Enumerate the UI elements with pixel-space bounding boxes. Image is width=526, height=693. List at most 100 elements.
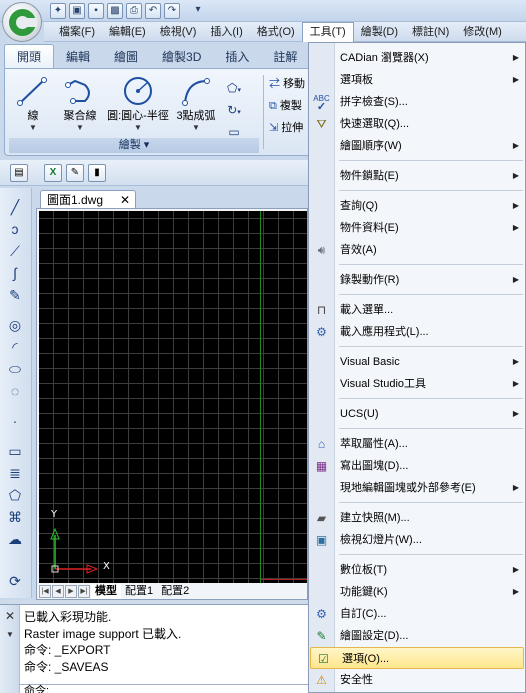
polygon-tool-icon[interactable]: ⬠ [5, 486, 25, 504]
drawing-canvas[interactable]: Y X [39, 211, 307, 583]
menu-file[interactable]: 檔案(F) [52, 23, 102, 41]
menu-item-quick-select[interactable]: ⛛ 快速選取(Q)... [309, 113, 525, 135]
left-draw-toolbar: ╱ ↄ ⟋ ∫ ✎ ◎ ◜ ⬭ ◌ · ▭ ≣ ⬠ ⌘ ☁ ⟳ [0, 188, 32, 598]
menu-item-edit-block-in-place[interactable]: 現地編輯圖塊或外部參考(E) ▶ [309, 477, 525, 499]
close-icon[interactable]: ✕ [5, 609, 15, 623]
menu-format[interactable]: 格式(O) [250, 23, 302, 41]
tab-layout1[interactable]: 配置1 [121, 584, 157, 599]
line-tool-icon[interactable]: ╱ [5, 198, 25, 216]
menu-modify[interactable]: 修改(M) [456, 23, 509, 41]
refresh-icon[interactable]: ⟳ [5, 572, 25, 590]
tab-home[interactable]: 開頭 [4, 44, 55, 68]
region-tool-icon[interactable]: ⌘ [5, 508, 25, 526]
menu-item-make-slide[interactable]: ▰ 建立快照(M)... [309, 507, 525, 529]
menu-item-options[interactable]: ☑ 選項(O)... [310, 647, 524, 669]
menu-item-visual-basic[interactable]: Visual Basic ▶ [309, 351, 525, 373]
menu-item-spellcheck[interactable]: ABC ✓ 拼字檢查(S)... [309, 91, 525, 113]
menu-item-load-menu[interactable]: ⊓ 載入選單... [309, 299, 525, 321]
menu-item-palettes[interactable]: 選項板 ▶ [309, 69, 525, 91]
menu-dimension[interactable]: 標註(N) [405, 23, 456, 41]
menu-item-view-slide[interactable]: ▣ 檢視幻燈片(W)... [309, 529, 525, 551]
hatch-tool-icon[interactable]: ≣ [5, 464, 25, 482]
command-window-handle[interactable]: ✕ ▼ [0, 605, 20, 693]
menu-item-object-snap[interactable]: 物件鎖點(E) ▶ [309, 165, 525, 187]
menu-draw[interactable]: 繪製(D) [354, 23, 405, 41]
menu-item-cadian-browser[interactable]: CADian 瀏覽器(X) ▶ [309, 47, 525, 69]
excel-icon[interactable]: X [44, 163, 62, 182]
menu-item-security[interactable]: ⚠ 安全性 [309, 669, 525, 691]
stretch-button[interactable]: ⇲ 拉伸 [269, 119, 303, 135]
menu-item-tablet[interactable]: 數位板(T) ▶ [309, 559, 525, 581]
menu-view[interactable]: 檢視(V) [153, 23, 204, 41]
redo-icon[interactable]: ↷ [164, 3, 180, 19]
rectangle-tool-icon[interactable]: ▭ [5, 442, 25, 460]
circle-tool-icon[interactable]: ◎ [5, 316, 25, 334]
document-tab[interactable]: 圖面1.dwg ✕ [40, 190, 136, 209]
tab-drawing[interactable]: 繪圖 [102, 45, 150, 68]
circle-button[interactable]: 圓:圓心-半徑 ▼ [103, 75, 173, 132]
point-tool-icon[interactable]: · [5, 412, 25, 430]
first-sheet-icon[interactable]: |◀ [39, 584, 51, 598]
menu-item-function-keys[interactable]: 功能鍵(K) ▶ [309, 581, 525, 603]
save-icon[interactable]: ▪ [88, 3, 104, 19]
menu-edit[interactable]: 編輯(E) [102, 23, 153, 41]
arc-button[interactable]: 3點成弧 ▼ [173, 75, 219, 132]
multiline-tool-icon[interactable]: ⟋ [5, 242, 25, 260]
tab-model[interactable]: 模型 [91, 583, 121, 599]
tab-annotate[interactable]: 註解 [261, 45, 309, 68]
draw-group-label: 繪製 ▾ [9, 138, 259, 153]
ellipse-tool-icon[interactable]: ⬭ [5, 360, 25, 378]
menu-item-drawing-settings[interactable]: ✎ 繪圖設定(D)... [309, 625, 525, 647]
app-logo-button[interactable] [2, 2, 42, 42]
arc-tool-icon[interactable]: ◜ [5, 338, 25, 356]
tab-edit[interactable]: 編輯 [54, 45, 102, 68]
close-icon[interactable]: ✕ [120, 191, 130, 209]
line-button[interactable]: 線 ▼ [13, 75, 53, 132]
menu-item-record-actions[interactable]: 錄製動作(R) ▶ [309, 269, 525, 291]
chevron-down-icon[interactable]: ▼ [6, 630, 14, 639]
freehand-tool-icon[interactable]: ✎ [5, 286, 25, 304]
sound-icon: 🔊︎ [317, 243, 326, 257]
menu-tools[interactable]: 工具(T) [301, 21, 354, 42]
menu-item-object-data[interactable]: 物件資料(E) ▶ [309, 217, 525, 239]
undo-icon[interactable]: ↶ [145, 3, 161, 19]
rotate-icon[interactable]: ↻▾ [223, 101, 245, 119]
open-icon[interactable]: ▣ [69, 3, 85, 19]
tab-draw3d[interactable]: 繪製3D [150, 45, 213, 68]
menu-item-ucs[interactable]: UCS(U) ▶ [309, 403, 525, 425]
menu-item-sound[interactable]: 🔊︎ 音效(A) [309, 239, 525, 261]
options-icon: ☑ [318, 652, 329, 666]
revcloud-tool-icon[interactable]: ☁ [5, 530, 25, 548]
layer-icon[interactable]: ▤ [10, 163, 28, 182]
polyline-label: 聚合線 [63, 110, 97, 122]
print-icon[interactable]: ⎙ [126, 3, 142, 19]
menu-item-label: 選項(O)... [342, 653, 390, 665]
menu-item-inquiry[interactable]: 查詢(Q) ▶ [309, 195, 525, 217]
next-sheet-icon[interactable]: ▶ [65, 584, 77, 598]
menu-item-visual-studio-tools[interactable]: Visual Studio工具 ▶ [309, 373, 525, 395]
last-sheet-icon[interactable]: ▶| [78, 584, 90, 598]
polyline-tool-icon[interactable]: ↄ [5, 220, 25, 238]
move-button[interactable]: ⇄ 移動 [269, 75, 305, 91]
menu-item-draw-order[interactable]: 繪圖順序(W) ▶ [309, 135, 525, 157]
customize-qat-icon[interactable]: ▾ [190, 3, 206, 19]
polyline-button[interactable]: 聚合線 ▼ [55, 75, 105, 132]
edit-table-icon[interactable]: ✎ [66, 163, 84, 182]
new-icon[interactable]: ✦ [50, 3, 66, 19]
polygon-icon[interactable]: ⬠▾ [223, 79, 245, 97]
polyline-icon [65, 79, 90, 104]
menu-item-extract-attributes[interactable]: ⌂ 萃取屬性(A)... [309, 433, 525, 455]
menu-item-customize[interactable]: ⚙ 自訂(C)... [309, 603, 525, 625]
tab-layout2[interactable]: 配置2 [157, 584, 193, 599]
command-input[interactable]: 命令: [20, 684, 308, 693]
menu-item-load-application[interactable]: ⚙ 載入應用程式(L)... [309, 321, 525, 343]
tab-insert[interactable]: 插入 [213, 45, 261, 68]
prev-sheet-icon[interactable]: ◀ [52, 584, 64, 598]
spline-tool-icon[interactable]: ∫ [5, 264, 25, 282]
copy-button[interactable]: ⧉ 複製 [269, 97, 302, 113]
ellipse-arc-tool-icon[interactable]: ◌ [5, 382, 25, 400]
saveas-icon[interactable]: ▩ [107, 3, 123, 19]
menu-item-write-block[interactable]: ▦ 寫出圖塊(D)... [309, 455, 525, 477]
menu-insert[interactable]: 插入(I) [203, 23, 249, 41]
clipboard-icon[interactable]: ▮ [88, 163, 106, 182]
